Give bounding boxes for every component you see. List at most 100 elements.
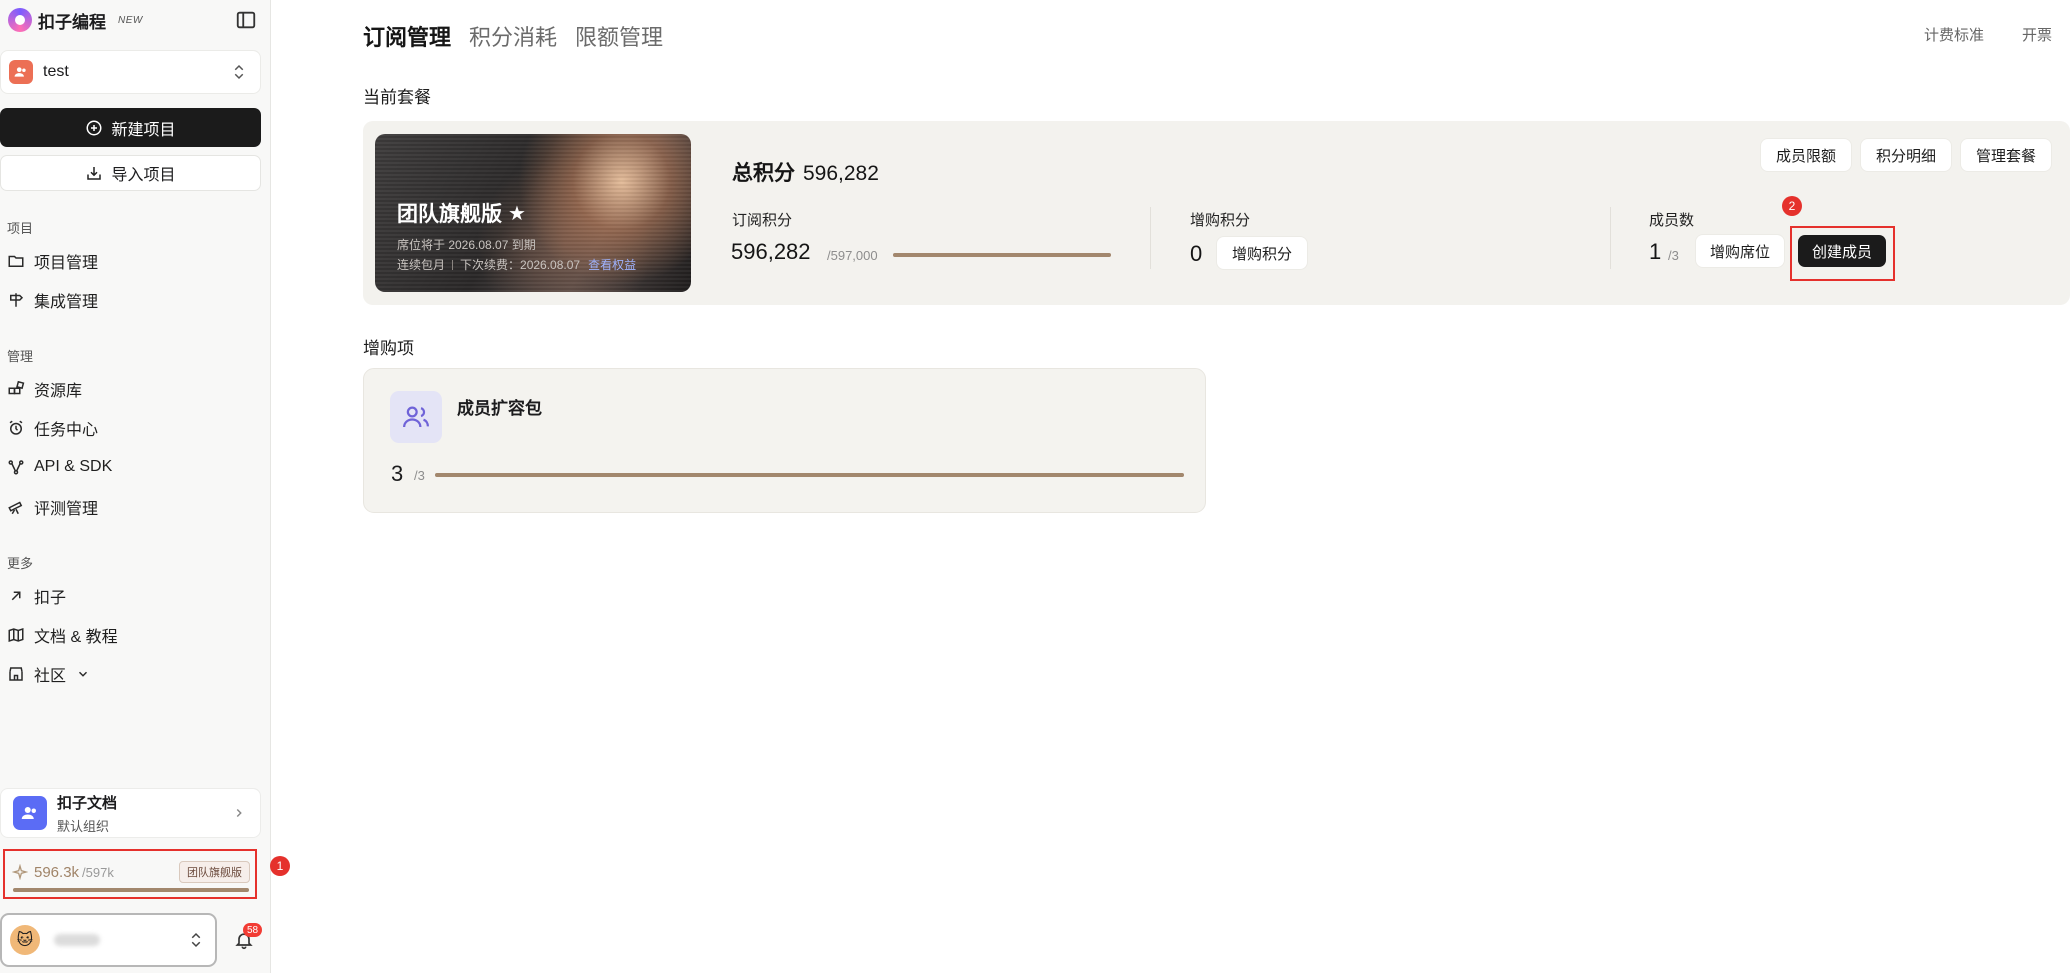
total-credits-value: 596,282 <box>803 162 879 185</box>
sidebar-item-community[interactable]: 社区 <box>7 660 257 688</box>
renew-info: 连续包月 下次续费：2026.08.07 查看权益 <box>397 256 636 273</box>
blocks-icon <box>8 380 25 395</box>
nav-section-more: 更多 <box>7 556 34 571</box>
divider <box>1610 207 1611 269</box>
user-account-switcher[interactable]: 🐱 <box>0 913 217 967</box>
subscription-credits-label: 订阅积分 <box>732 212 793 229</box>
sidebar-item-label: 项目管理 <box>34 255 99 272</box>
docs-title: 扣子文档 <box>57 794 118 812</box>
divider <box>1150 207 1151 269</box>
user-name-redacted <box>54 934 100 946</box>
telescope-icon <box>8 501 23 515</box>
credits-progress-fill <box>13 888 249 892</box>
sidebar-item-label: 评测管理 <box>34 501 99 518</box>
sidebar-item-label: 集成管理 <box>34 294 99 311</box>
addon-title: 成员扩容包 <box>457 399 542 418</box>
plan-name-text: 团队旗舰版 <box>397 203 502 226</box>
plan-banner: 团队旗舰版 ★ 席位将于 2026.08.07 到期 连续包月 下次续费：202… <box>375 134 691 292</box>
import-icon <box>87 167 102 180</box>
subscription-credits-value: 596,282 <box>731 239 811 264</box>
sidebar-item-label: 社区 <box>34 668 67 685</box>
map-icon <box>8 627 24 643</box>
credits-total: /597k <box>82 864 114 880</box>
sidebar-item-label: 资源库 <box>34 383 83 400</box>
brand[interactable]: 扣子编程 NEW <box>8 6 263 34</box>
addon-value: 3 <box>391 461 404 486</box>
sidebar-item-task-center[interactable]: 任务中心 <box>7 414 257 442</box>
new-project-button[interactable]: 新建项目 <box>0 108 261 147</box>
tab-quota-management[interactable]: 限额管理 <box>575 20 663 52</box>
sidebar-toggle-icon[interactable] <box>235 9 257 31</box>
nav-section-manage: 管理 <box>7 349 34 364</box>
current-plan-card: 团队旗舰版 ★ 席位将于 2026.08.07 到期 连续包月 下次续费：202… <box>363 121 2070 305</box>
sparkle-icon <box>12 864 28 880</box>
import-project-label: 导入项目 <box>111 167 176 184</box>
purchased-credits-label: 增购积分 <box>1190 212 1251 229</box>
tab-credit-consumption[interactable]: 积分消耗 <box>469 20 557 52</box>
signpost-icon <box>10 293 24 307</box>
credits-summary[interactable]: 596.3k /597k 团队旗舰版 <box>3 849 257 899</box>
view-benefits-link[interactable]: 查看权益 <box>588 256 636 273</box>
workspace-avatar-icon <box>9 60 33 84</box>
docs-org-card[interactable]: 扣子文档 默认组织 <box>0 788 261 838</box>
arrow-up-right-icon <box>11 591 21 601</box>
users-icon <box>390 391 442 443</box>
plan-name: 团队旗舰版 ★ <box>397 198 526 228</box>
new-project-label: 新建项目 <box>111 121 176 139</box>
pricing-link[interactable]: 计费标准 <box>1924 24 1984 45</box>
user-avatar: 🐱 <box>10 925 40 955</box>
sidebar-item-docs-tutorials[interactable]: 文档 & 教程 <box>7 621 257 649</box>
credits-value: 596.3k <box>34 863 80 881</box>
sidebar-item-label: 扣子 <box>34 590 67 607</box>
sidebar: 扣子编程 NEW test 新建项目 导入项目 项目 项目管理 集成管理 管理 … <box>0 0 290 973</box>
addon-card-member-expansion: 成员扩容包 3 /3 <box>363 368 1206 513</box>
addons-title: 增购项 <box>363 339 414 358</box>
chevron-right-icon <box>236 808 242 818</box>
brand-name: 扣子编程 <box>38 12 106 32</box>
chevron-down-icon <box>79 671 88 677</box>
import-project-button[interactable]: 导入项目 <box>0 155 261 191</box>
annotation-marker-1: 1 <box>270 856 290 876</box>
total-credits: 总积分 596,282 <box>732 157 879 187</box>
credit-details-button[interactable]: 积分明细 <box>1861 139 1951 171</box>
docs-org-texts: 扣子文档 默认组织 <box>57 792 117 835</box>
nodes-icon <box>8 460 24 475</box>
page-tabs: 订阅管理 积分消耗 限额管理 <box>363 20 663 52</box>
subscription-progress-bar <box>893 253 1111 257</box>
team-avatar-icon <box>13 796 47 830</box>
tab-subscription[interactable]: 订阅管理 <box>363 20 451 52</box>
annotation-marker-2: 2 <box>1782 196 1802 216</box>
next-renew-date: 下次续费：2026.08.07 <box>460 258 581 272</box>
nav-section-project: 项目 <box>7 221 34 236</box>
workspace-switcher[interactable]: test <box>0 50 261 94</box>
manage-plan-button[interactable]: 管理套餐 <box>1961 139 2051 171</box>
sidebar-item-kouzi[interactable]: 扣子 <box>7 582 257 610</box>
subscription-credits-total: /597,000 <box>827 248 878 263</box>
notification-count-badge: 58 <box>243 923 262 937</box>
sidebar-item-resource-library[interactable]: 资源库 <box>7 375 257 403</box>
member-quota-button[interactable]: 成员限额 <box>1761 139 1851 171</box>
chevron-up-down-icon <box>191 932 201 948</box>
total-credits-label: 总积分 <box>732 162 795 185</box>
alarm-clock-icon <box>9 420 23 435</box>
purchased-credits-value: 0 <box>1190 241 1203 266</box>
member-count-value: 1 <box>1649 239 1662 264</box>
addon-progress-fill <box>435 473 1184 477</box>
sidebar-item-api-sdk[interactable]: API & SDK <box>7 453 257 481</box>
credits-progress-bar <box>13 888 249 892</box>
divider <box>452 259 454 270</box>
renew-mode: 连续包月 <box>397 258 446 272</box>
current-plan-title: 当前套餐 <box>363 88 431 107</box>
addon-total: /3 <box>414 468 425 483</box>
addon-progress-bar <box>435 473 1184 477</box>
subscription-progress-fill <box>893 253 1111 257</box>
sidebar-item-evaluation[interactable]: 评测管理 <box>7 493 257 521</box>
sidebar-item-label: 任务中心 <box>34 422 99 439</box>
store-icon <box>9 667 23 681</box>
member-count-label: 成员数 <box>1649 212 1695 229</box>
buy-seats-button[interactable]: 增购席位 <box>1696 235 1784 267</box>
buy-credits-button[interactable]: 增购积分 <box>1217 237 1307 269</box>
sidebar-item-project-management[interactable]: 项目管理 <box>7 247 257 275</box>
sidebar-item-integration-management[interactable]: 集成管理 <box>7 286 257 314</box>
invoice-link[interactable]: 开票 <box>2022 24 2052 45</box>
